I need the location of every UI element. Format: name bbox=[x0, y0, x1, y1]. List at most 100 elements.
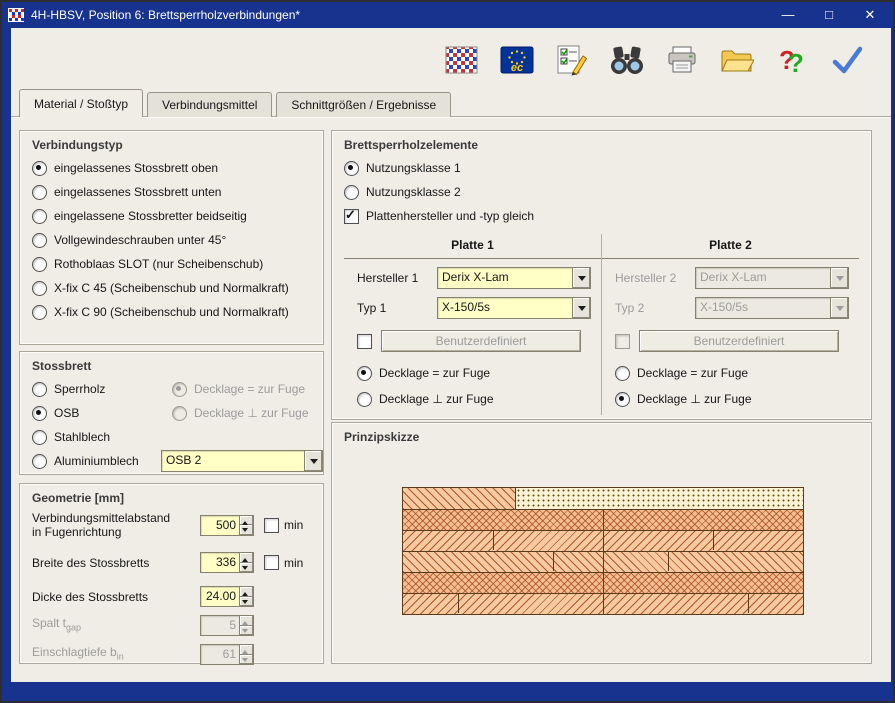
spinner-up-icon[interactable] bbox=[240, 553, 253, 563]
spinner-up-icon[interactable] bbox=[240, 587, 253, 597]
close-button[interactable]: ✕ bbox=[853, 2, 887, 28]
hersteller-gleich-checkbox[interactable] bbox=[344, 209, 359, 224]
dropdown-arrow-icon[interactable] bbox=[572, 268, 590, 288]
radio-label: Vollgewindeschrauben unter 45° bbox=[54, 233, 226, 247]
abstand-spinner[interactable]: 500 bbox=[200, 515, 254, 536]
panel-joint-line bbox=[603, 509, 604, 614]
dropdown-arrow-icon[interactable] bbox=[572, 298, 590, 318]
radio-row: OSB Decklage ⊥ zur Fuge bbox=[32, 401, 323, 425]
radio-p2-decklage-parallel[interactable] bbox=[615, 366, 630, 381]
radio-row: X-fix C 90 (Scheibenschub und Normalkraf… bbox=[32, 300, 323, 324]
field-label: Einschlagtiefe bin bbox=[32, 645, 200, 663]
spinner-down-icon bbox=[240, 655, 253, 665]
radio-label: Decklage = zur Fuge bbox=[637, 366, 748, 380]
benutzerdefiniert-1-checkbox[interactable] bbox=[357, 334, 372, 349]
radio-aluminiumblech[interactable] bbox=[32, 454, 47, 469]
radio-row: eingelassenes Stossbrett oben bbox=[32, 156, 323, 180]
minimize-button[interactable]: — bbox=[771, 2, 805, 28]
clt-lamella bbox=[403, 488, 516, 509]
svg-text:ec: ec bbox=[511, 62, 523, 74]
benutzerdefiniert-2-button: Benutzerdefiniert bbox=[639, 330, 839, 352]
radio-stahlblech[interactable] bbox=[32, 430, 47, 445]
maximize-button[interactable]: □ bbox=[812, 2, 846, 28]
spinner-down-icon[interactable] bbox=[240, 563, 253, 573]
tab-verbindungsmittel[interactable]: Verbindungsmittel bbox=[147, 92, 272, 117]
typ-1-select[interactable]: X-150/5s bbox=[437, 297, 591, 319]
hersteller-row: Hersteller 2 Derix X-Lam bbox=[615, 267, 859, 289]
radio-decklage-senkrecht-disabled bbox=[172, 406, 187, 421]
osb-type-select[interactable]: OSB 2 bbox=[161, 450, 323, 472]
spinner-down-icon[interactable] bbox=[240, 597, 253, 607]
dicke-spinner[interactable]: 24.00 bbox=[200, 586, 254, 607]
breite-spinner[interactable]: 336 bbox=[200, 552, 254, 573]
lamella-joint-line bbox=[713, 530, 714, 550]
radio-row: eingelassenes Stossbrett unten bbox=[32, 180, 323, 204]
eurocode-icon[interactable]: ec bbox=[499, 42, 535, 78]
field-label: Typ 1 bbox=[357, 301, 437, 315]
custom-row: Benutzerdefiniert bbox=[615, 330, 859, 352]
tab-label: Verbindungsmittel bbox=[162, 98, 257, 112]
clt-layer-with-splice-plate bbox=[403, 488, 803, 509]
spinner-buttons bbox=[239, 616, 253, 635]
radio-nutzungsklasse-1[interactable] bbox=[344, 161, 359, 176]
radio-p2-decklage-senkrecht[interactable] bbox=[615, 392, 630, 407]
group-verbindungstyp: Verbindungstyp eingelassenes Stossbrett … bbox=[19, 130, 324, 345]
radio-stossbrett-unten[interactable] bbox=[32, 185, 47, 200]
group-title: Stossbrett bbox=[20, 352, 323, 373]
radio-label: Decklage ⊥ zur Fuge bbox=[379, 392, 494, 406]
checklist-edit-icon[interactable] bbox=[554, 42, 590, 78]
radio-osb[interactable] bbox=[32, 406, 47, 421]
dropdown-arrow-icon bbox=[830, 268, 848, 288]
printer-icon[interactable] bbox=[664, 42, 700, 78]
spinner-value: 61 bbox=[201, 645, 239, 664]
radio-p1-decklage-parallel[interactable] bbox=[357, 366, 372, 381]
dropdown-arrow-icon[interactable] bbox=[304, 451, 322, 471]
radio-label: Decklage ⊥ zur Fuge bbox=[637, 392, 752, 406]
radio-sperrholz[interactable] bbox=[32, 382, 47, 397]
group-brettsperrholzelemente: Brettsperrholzelemente Nutzungsklasse 1 … bbox=[331, 130, 872, 420]
radio-row: Nutzungsklasse 1 bbox=[344, 156, 871, 180]
binoculars-icon[interactable] bbox=[609, 42, 645, 78]
field-label: Dicke des Stossbretts bbox=[32, 590, 200, 604]
select-value: Derix X-Lam bbox=[696, 268, 830, 288]
app-window: 4H-HBSV, Position 6: Brettsperrholzverbi… bbox=[0, 0, 895, 703]
spalt-spinner-disabled: 5 bbox=[200, 615, 254, 636]
spinner-down-icon bbox=[240, 626, 253, 636]
radio-stossbretter-beidseitig[interactable] bbox=[32, 209, 47, 224]
radio-nutzungsklasse-2[interactable] bbox=[344, 185, 359, 200]
title-bar[interactable]: 4H-HBSV, Position 6: Brettsperrholzverbi… bbox=[2, 2, 893, 28]
splice-plate bbox=[516, 488, 803, 509]
radio-xfix-c90[interactable] bbox=[32, 305, 47, 320]
radio-row: Rothoblaas SLOT (nur Scheibenschub) bbox=[32, 252, 323, 276]
breite-min-checkbox[interactable] bbox=[264, 555, 279, 570]
hersteller-1-select[interactable]: Derix X-Lam bbox=[437, 267, 591, 289]
hersteller-row: Hersteller 1 Derix X-Lam bbox=[357, 267, 601, 289]
benutzerdefiniert-2-checkbox-disabled bbox=[615, 334, 630, 349]
radio-xfix-c45[interactable] bbox=[32, 281, 47, 296]
tab-schnittgroessen-ergebnisse[interactable]: Schnittgrößen / Ergebnisse bbox=[276, 92, 451, 117]
radio-stossbrett-oben[interactable] bbox=[32, 161, 47, 176]
radio-p1-decklage-senkrecht[interactable] bbox=[357, 392, 372, 407]
confirm-icon[interactable] bbox=[829, 42, 865, 78]
radio-vollgewindeschrauben[interactable] bbox=[32, 233, 47, 248]
lamella-joint-line bbox=[458, 593, 459, 613]
app-icon bbox=[8, 8, 24, 22]
spinner-buttons bbox=[239, 587, 253, 606]
spinner-down-icon[interactable] bbox=[240, 525, 253, 535]
radio-rothoblaas-slot[interactable] bbox=[32, 257, 47, 272]
folder-open-icon[interactable] bbox=[719, 42, 755, 78]
tab-material-stosstyp[interactable]: Material / Stoßtyp bbox=[19, 89, 143, 117]
radio-row: eingelassene Stossbretter beidseitig bbox=[32, 204, 323, 228]
abstand-min-checkbox[interactable] bbox=[264, 518, 279, 533]
help-icon[interactable]: ?? bbox=[774, 42, 810, 78]
spinner-up-icon[interactable] bbox=[240, 516, 253, 526]
group-stossbrett: Stossbrett Sperrholz Decklage = zur Fuge… bbox=[19, 351, 324, 475]
radio-decklage-parallel-disabled bbox=[172, 382, 187, 397]
dropdown-arrow-icon bbox=[830, 298, 848, 318]
radio-label: Aluminiumblech bbox=[54, 454, 139, 468]
material-pattern-icon[interactable] bbox=[444, 42, 480, 78]
radio-label: Decklage = zur Fuge bbox=[379, 366, 490, 380]
field-label: Hersteller 1 bbox=[357, 271, 437, 285]
platte-1-header: Platte 1 bbox=[344, 234, 601, 259]
platten-columns: Platte 1 Hersteller 1 Derix X-Lam Typ 1 … bbox=[344, 234, 859, 415]
